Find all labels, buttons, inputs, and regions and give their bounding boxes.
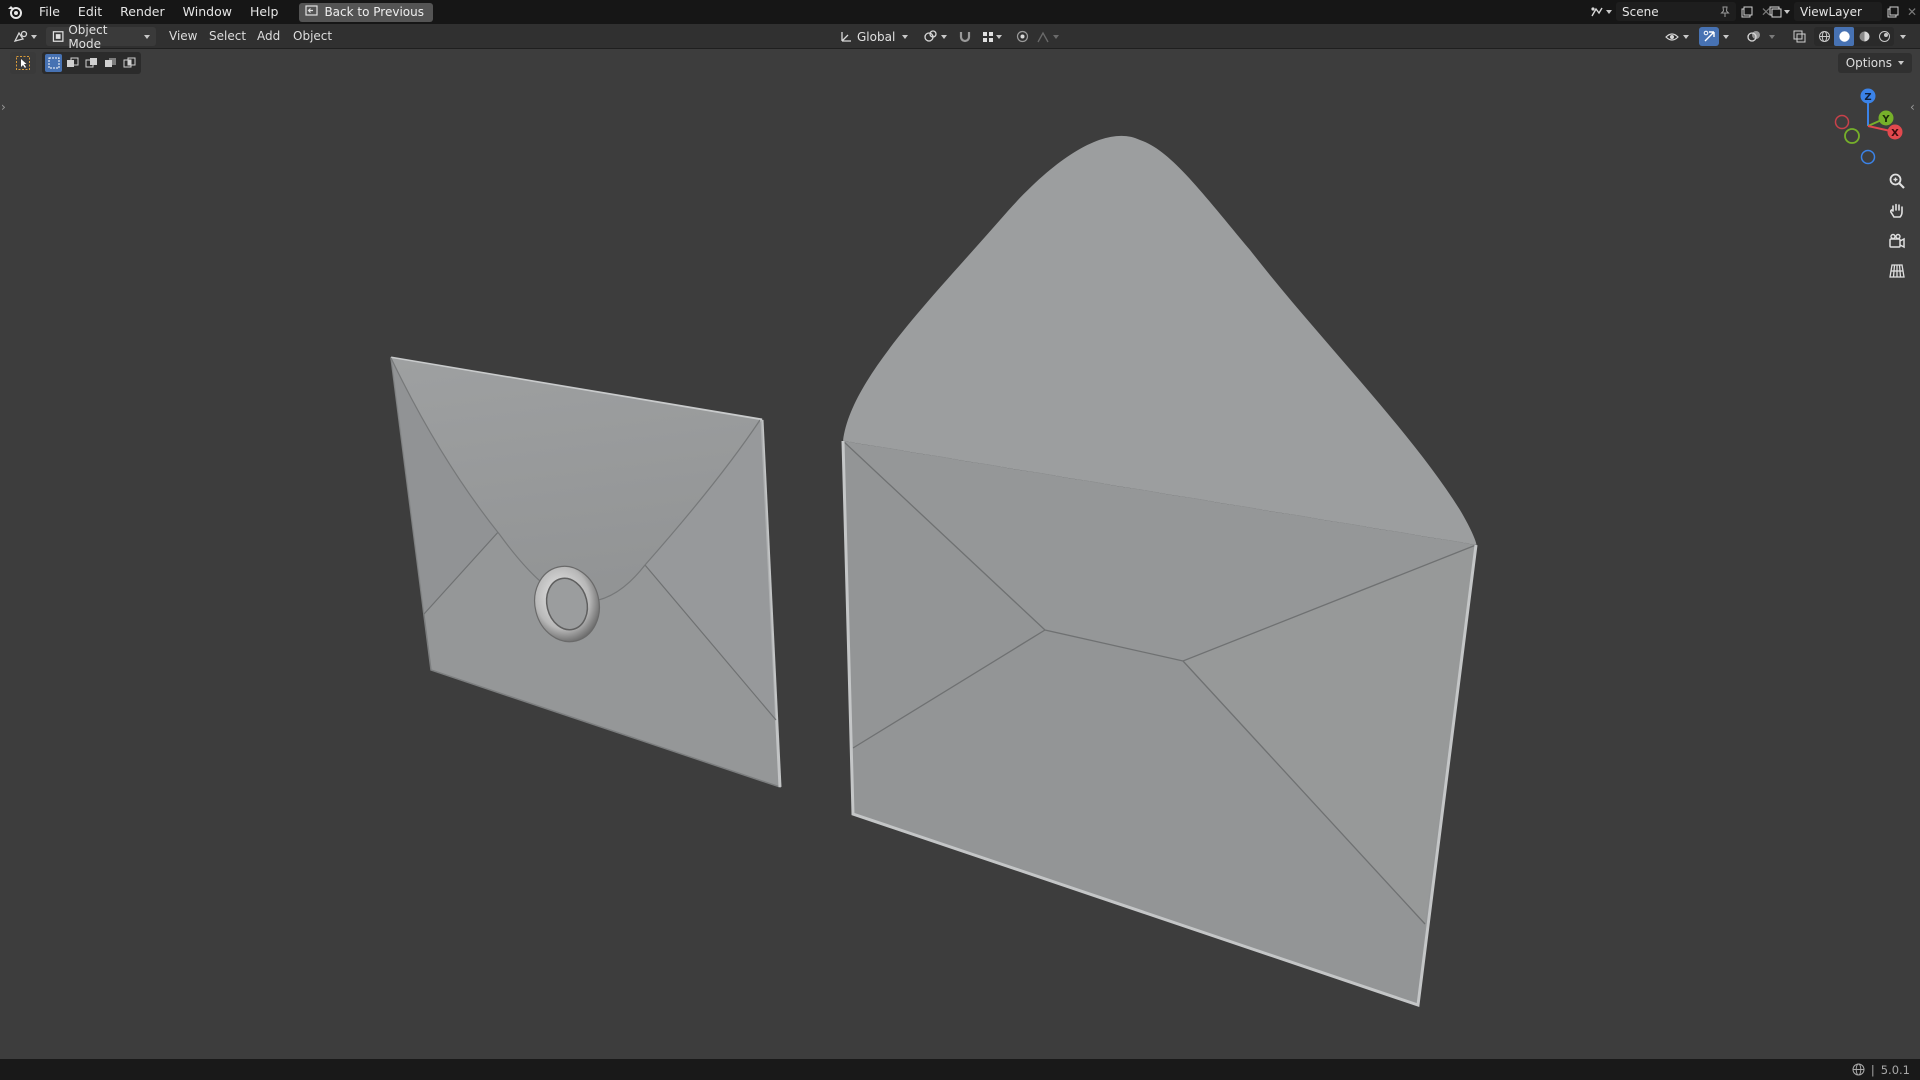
back-arrow-icon <box>305 5 319 19</box>
object-mode-label: Object Mode <box>68 22 108 51</box>
viewport-header: Object Mode View Select Add Object Globa… <box>0 23 1920 51</box>
pivot-point-button[interactable] <box>920 27 950 46</box>
open-envelope-object[interactable] <box>841 135 1478 1008</box>
chevron-down-icon <box>31 34 37 39</box>
menu-file[interactable]: File <box>30 0 69 24</box>
globe-icon <box>1852 1063 1865 1076</box>
overlays-options-dropdown[interactable] <box>1765 27 1779 46</box>
duplicate-icon <box>1887 6 1899 17</box>
object-mode-dropdown[interactable]: Object Mode <box>46 23 156 51</box>
viewport-3d-canvas[interactable] <box>0 49 1920 1059</box>
pin-icon[interactable] <box>1720 6 1730 18</box>
render-layer-icon <box>1769 6 1781 17</box>
transform-orientation-label: Global <box>857 29 896 44</box>
material-sphere-icon <box>1859 31 1869 42</box>
selectability-visibility-button[interactable] <box>1662 27 1692 46</box>
proportional-falloff-dropdown[interactable] <box>1034 27 1062 46</box>
top-menu-bar: File Edit Render Window Help Back to Pre… <box>0 0 1920 24</box>
snap-target-dropdown[interactable] <box>978 27 1006 46</box>
chevron-down-icon <box>1783 9 1790 14</box>
viewlayer-browse-button[interactable] <box>1764 2 1794 21</box>
new-scene-button[interactable] <box>1736 2 1758 21</box>
show-gizmo-toggle[interactable] <box>1699 27 1719 46</box>
object-mode-icon <box>52 31 64 42</box>
chevron-down-icon <box>1683 34 1689 39</box>
proportional-editing-toggle[interactable] <box>1012 27 1032 46</box>
chevron-down-icon <box>996 34 1002 39</box>
wireframe-sphere-icon <box>1818 31 1830 42</box>
toggle-xray-button[interactable] <box>1788 27 1810 46</box>
menu-select[interactable]: Select <box>209 27 246 46</box>
scene-browse-button[interactable] <box>1586 2 1616 21</box>
closed-envelope-object[interactable] <box>390 356 782 789</box>
back-to-previous-label: Back to Previous <box>324 5 424 19</box>
chevron-down-icon <box>1769 34 1775 39</box>
blender-version: 5.0.1 <box>1880 1062 1910 1077</box>
eye-cursor-icon <box>1665 32 1679 41</box>
transform-orientation-dropdown[interactable]: Global <box>834 27 914 46</box>
menu-edit[interactable]: Edit <box>69 0 111 24</box>
chevron-down-icon <box>1900 34 1906 39</box>
menu-view[interactable]: View <box>169 27 197 46</box>
shading-mode-group <box>1814 27 1894 46</box>
menu-object[interactable]: Object <box>293 27 332 46</box>
wireframe-shading-button[interactable] <box>1814 27 1834 46</box>
overlays-icon <box>1747 31 1760 42</box>
scene-name-field[interactable]: Scene <box>1616 2 1736 21</box>
proportional-edit-icon <box>1016 30 1028 43</box>
scene-name: Scene <box>1622 4 1659 19</box>
falloff-curve-icon <box>1037 31 1049 42</box>
magnet-icon <box>959 32 971 43</box>
menu-window[interactable]: Window <box>174 0 241 24</box>
chevron-down-icon <box>1723 34 1729 39</box>
menu-add[interactable]: Add <box>257 27 280 46</box>
chevron-down-icon <box>1053 34 1059 39</box>
gizmo-options-dropdown[interactable] <box>1719 27 1733 46</box>
rendered-shading-button[interactable] <box>1874 27 1894 46</box>
scene-icon <box>1591 6 1603 16</box>
status-separator: | <box>1870 1062 1875 1077</box>
solid-sphere-icon <box>1838 31 1850 42</box>
show-overlays-toggle[interactable] <box>1743 27 1765 46</box>
scene-selector: Scene ✕ <box>1586 2 1774 21</box>
delete-viewlayer-icon[interactable]: ✕ <box>1904 2 1920 21</box>
rendered-sphere-icon <box>1878 31 1890 42</box>
shading-options-dropdown[interactable] <box>1896 27 1910 46</box>
back-to-previous-button[interactable]: Back to Previous <box>299 2 433 22</box>
editor-type-button[interactable] <box>10 27 40 46</box>
solid-shading-button[interactable] <box>1834 27 1854 46</box>
chevron-down-icon <box>941 34 947 39</box>
viewlayer-name-field[interactable]: ViewLayer <box>1794 2 1882 21</box>
chevron-down-icon <box>144 34 150 39</box>
pivot-icon <box>924 30 937 42</box>
chevron-down-icon <box>902 34 908 39</box>
orientation-global-icon <box>841 32 851 42</box>
xray-icon <box>1793 30 1805 43</box>
menu-render[interactable]: Render <box>111 0 174 24</box>
new-viewlayer-button[interactable] <box>1882 2 1904 21</box>
material-preview-button[interactable] <box>1854 27 1874 46</box>
duplicate-icon <box>1741 6 1753 17</box>
snap-increment-icon <box>983 31 993 42</box>
viewlayer-name: ViewLayer <box>1800 4 1862 19</box>
status-bar: | 5.0.1 <box>0 1059 1920 1080</box>
3d-viewport-icon <box>13 30 28 42</box>
menu-help[interactable]: Help <box>241 0 288 24</box>
chevron-down-icon <box>1606 9 1612 14</box>
viewlayer-selector: ViewLayer ✕ <box>1764 2 1920 21</box>
snap-toggle[interactable] <box>954 27 976 46</box>
gizmo-icon <box>1703 30 1715 42</box>
blender-logo-icon[interactable] <box>0 0 30 24</box>
